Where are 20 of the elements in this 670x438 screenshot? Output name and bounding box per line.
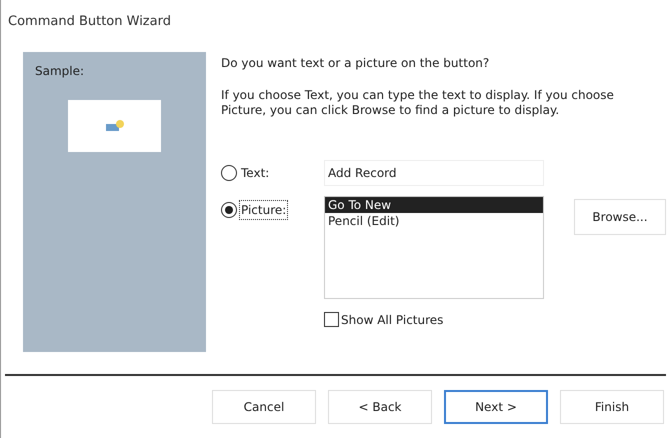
list-item[interactable]: Go To New: [325, 196, 543, 212]
text-field[interactable]: Add Record: [324, 160, 544, 186]
wizard-button[interactable]: Finish: [560, 390, 664, 424]
radio-button[interactable]: [221, 202, 237, 218]
question-text: Do you want text or a picture on the button?: [221, 54, 490, 72]
window-title: Command Button Wizard: [8, 13, 172, 31]
list-item[interactable]: Pencil (Edit): [325, 212, 543, 228]
radio-label: Picture:: [239, 200, 288, 220]
picture-list[interactable]: Go To New Pencil (Edit): [324, 196, 544, 298]
checkbox-label: Show All Pictures: [341, 312, 444, 328]
instructions-text: If you choose Text, you can type the text to display. If you choose Picture, you can click Browse to find a picture to display.: [221, 88, 615, 118]
browse-button[interactable]: Browse...: [574, 198, 666, 234]
radio-label: Text:: [240, 164, 270, 182]
radio-button[interactable]: [221, 164, 237, 180]
sample-label: Sample:: [35, 62, 84, 80]
wizard-button[interactable]: < Back: [328, 390, 432, 424]
picture-icon: [104, 120, 124, 132]
wizard-button[interactable]: Next >: [444, 390, 548, 424]
wizard-button[interactable]: Cancel: [212, 390, 316, 424]
checkbox[interactable]: [324, 312, 339, 327]
